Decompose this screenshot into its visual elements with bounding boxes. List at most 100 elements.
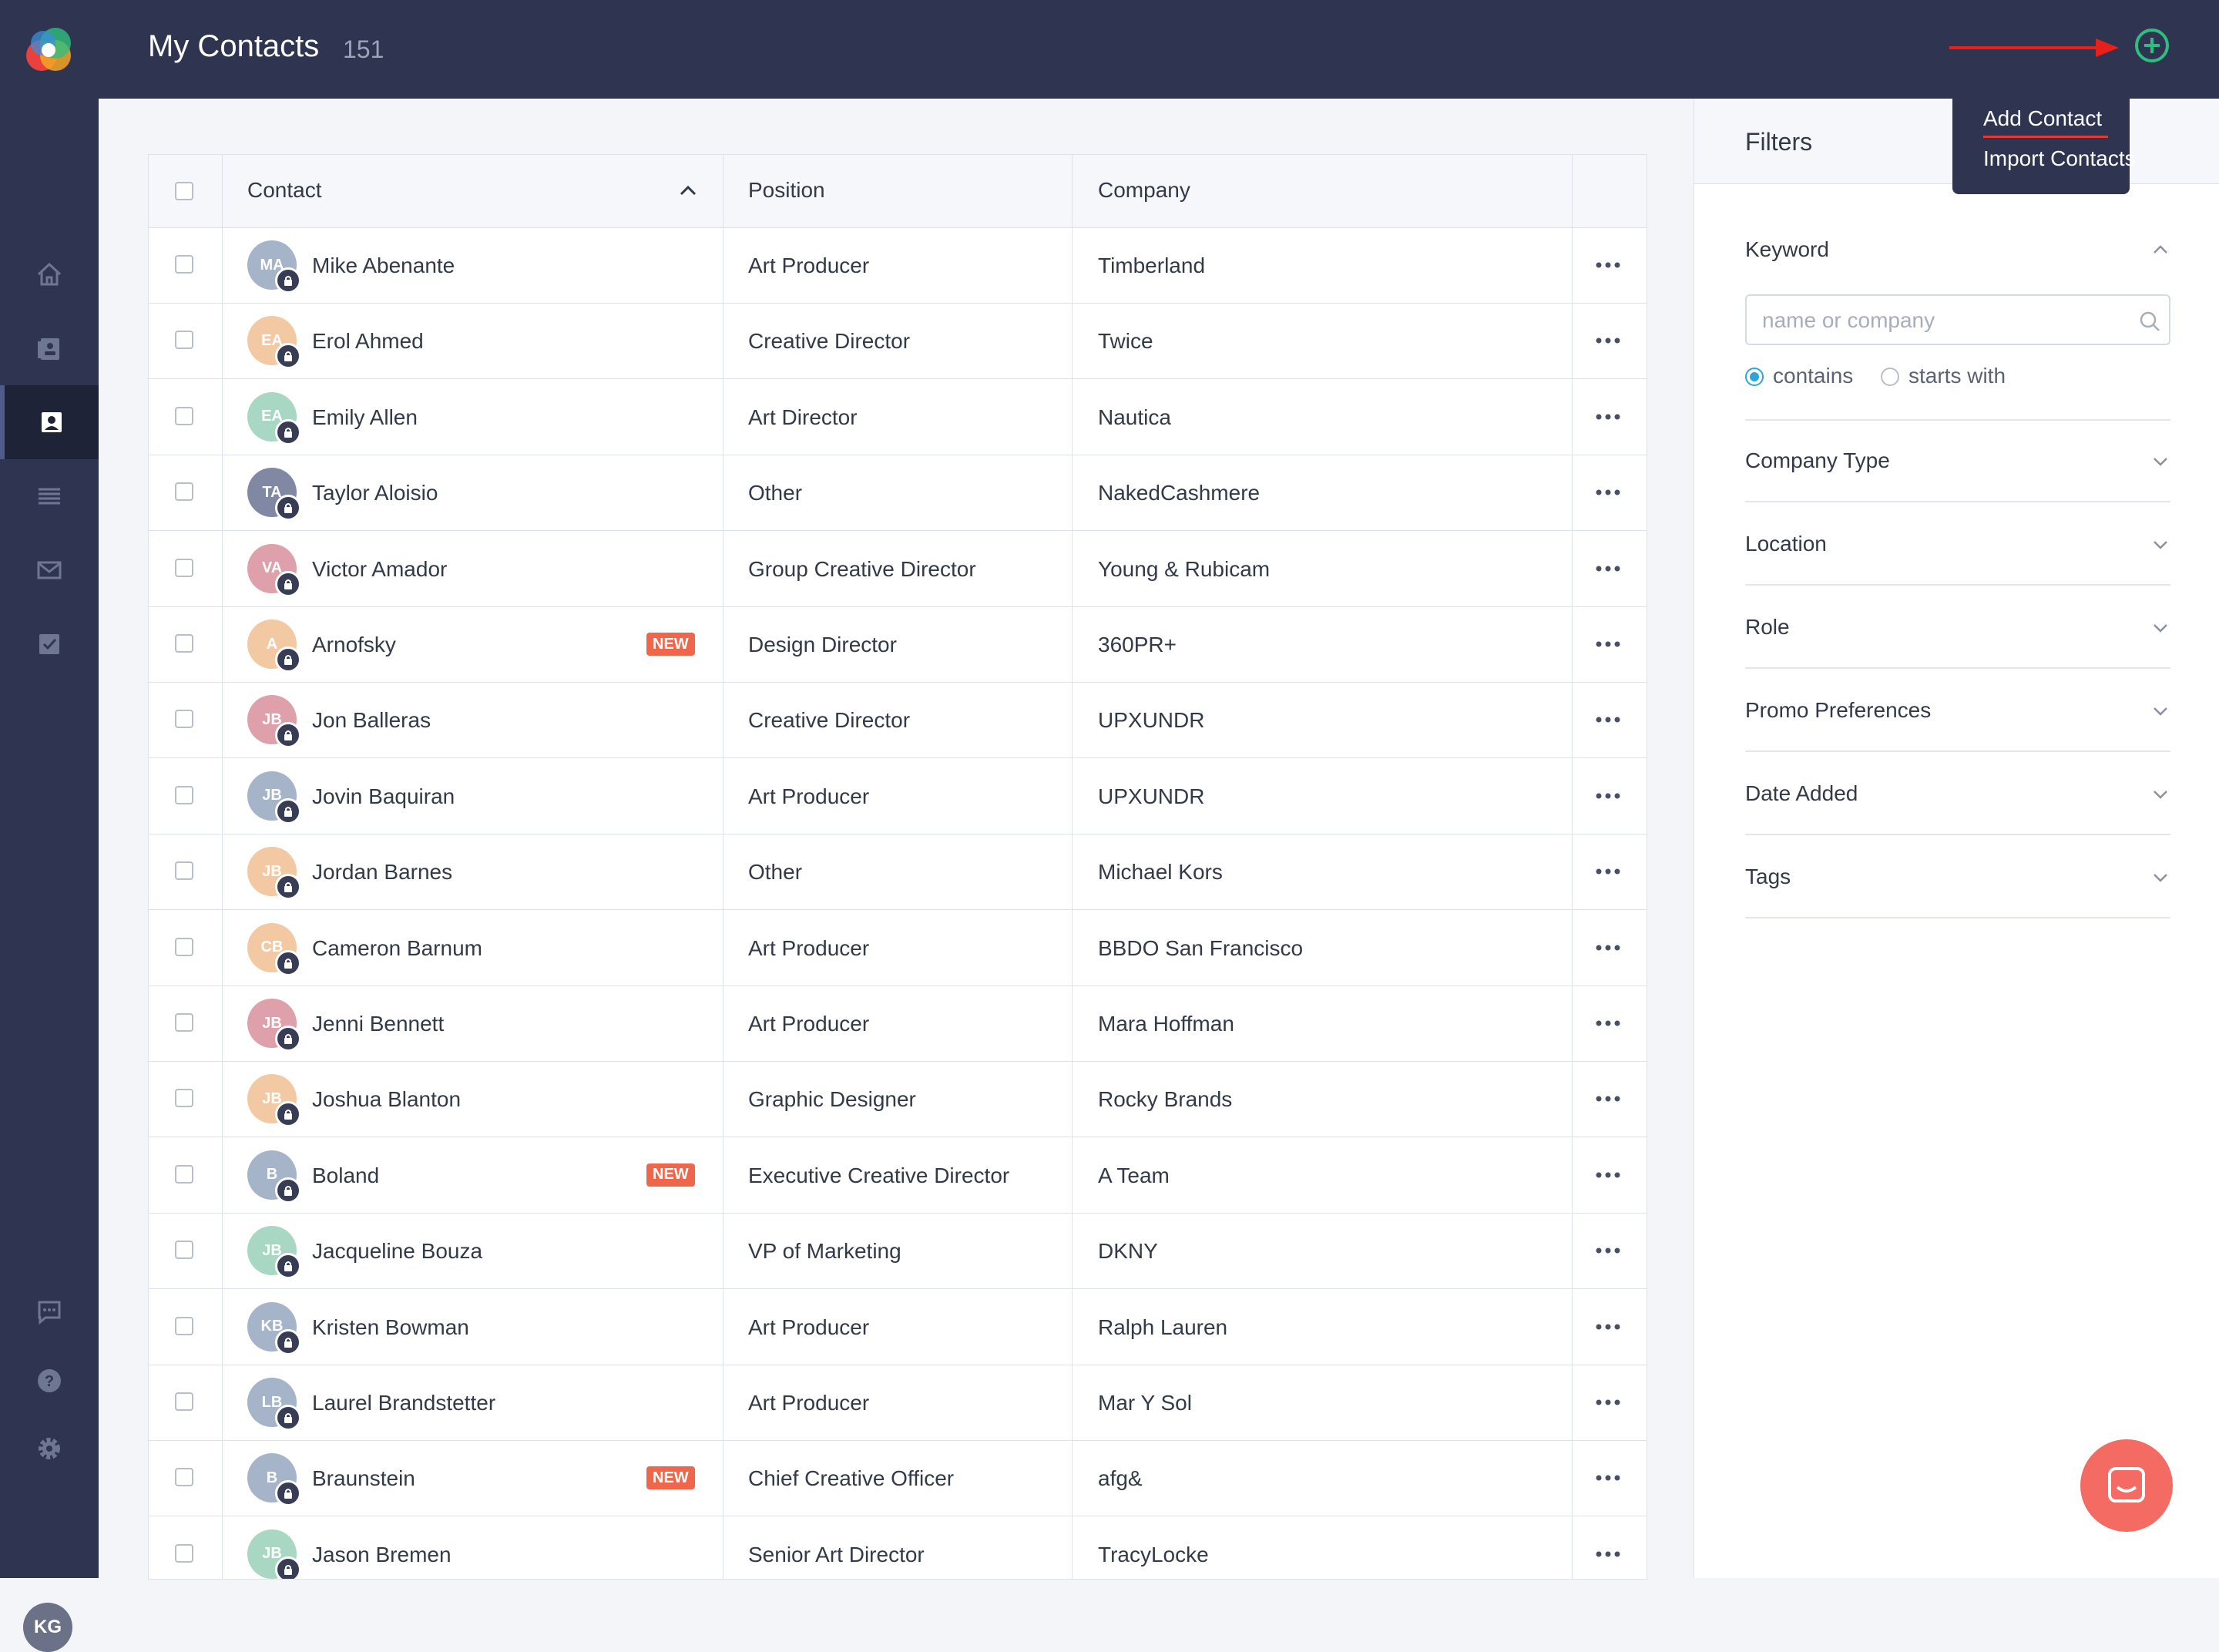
row-checkbox[interactable] — [175, 331, 193, 350]
row-checkbox[interactable] — [175, 1316, 193, 1335]
nav-home[interactable] — [0, 237, 99, 311]
table-row[interactable]: A Arnofsky NEW Design Director 360PR+ — [149, 606, 1647, 683]
plus-circle-icon[interactable] — [2134, 28, 2170, 63]
more-options-icon[interactable] — [1594, 1543, 1622, 1566]
more-options-icon[interactable] — [1594, 633, 1622, 656]
nav-tasks[interactable] — [0, 607, 99, 681]
nav-contact-cards[interactable] — [0, 311, 99, 385]
filter-location-title[interactable]: Location — [1745, 532, 1827, 556]
contact-name[interactable]: Jordan Barnes — [312, 860, 452, 885]
row-checkbox[interactable] — [175, 1164, 193, 1184]
chat-launcher-button[interactable] — [2080, 1439, 2173, 1532]
contact-name[interactable]: Jason Bremen — [312, 1543, 452, 1567]
contact-name[interactable]: Arnofsky — [312, 633, 396, 657]
more-options-icon[interactable] — [1594, 1391, 1622, 1414]
table-row[interactable]: JB Jenni Bennett Art Producer Mara Hoffman — [149, 985, 1647, 1062]
row-checkbox[interactable] — [175, 1241, 193, 1260]
table-row[interactable]: MA Mike Abenante Art Producer Timberland — [149, 227, 1647, 304]
starts-with-radio-label[interactable]: starts with — [1908, 364, 2006, 388]
more-options-icon[interactable] — [1594, 1239, 1622, 1262]
contact-name[interactable]: Jon Balleras — [312, 708, 431, 733]
table-row[interactable]: TA Taylor Aloisio Other NakedCashmere — [149, 455, 1647, 532]
nav-contacts[interactable] — [0, 385, 99, 459]
row-checkbox[interactable] — [175, 785, 193, 804]
nav-lists[interactable] — [0, 459, 99, 533]
contact-name[interactable]: Boland — [312, 1163, 379, 1188]
table-row[interactable]: EA Erol Ahmed Creative Director Twice — [149, 303, 1647, 380]
contact-name[interactable]: Joshua Blanton — [312, 1087, 461, 1112]
more-options-icon[interactable] — [1594, 1087, 1622, 1110]
select-all-checkbox[interactable] — [175, 182, 193, 200]
more-options-icon[interactable] — [1594, 1466, 1622, 1489]
chevron-up-icon[interactable] — [2152, 244, 2169, 255]
table-row[interactable]: JB Jovin Baquiran Art Producer UPXUNDR — [149, 758, 1647, 834]
column-header-company[interactable]: Company — [1098, 178, 1190, 203]
nav-feedback[interactable] — [0, 1274, 99, 1348]
add-contact-menu-item[interactable]: Add Contact — [1983, 106, 2102, 131]
contact-name[interactable]: Emily Allen — [312, 405, 418, 430]
row-checkbox[interactable] — [175, 861, 193, 881]
more-options-icon[interactable] — [1594, 784, 1622, 808]
more-options-icon[interactable] — [1594, 936, 1622, 959]
contains-radio-label[interactable]: contains — [1773, 364, 1853, 388]
contact-name[interactable]: Taylor Aloisio — [312, 481, 438, 505]
more-options-icon[interactable] — [1594, 254, 1622, 277]
table-row[interactable]: B Braunstein NEW Chief Creative Officer afg& — [149, 1440, 1647, 1517]
contains-radio[interactable] — [1745, 368, 1764, 386]
row-checkbox[interactable] — [175, 710, 193, 729]
chevron-down-icon[interactable] — [2152, 623, 2169, 633]
keyword-search-field[interactable] — [1745, 294, 2170, 345]
contact-name[interactable]: Victor Amador — [312, 557, 447, 582]
table-row[interactable]: CB Cameron Barnum Art Producer BBDO San Fra… — [149, 910, 1647, 986]
table-row[interactable]: JB Jacqueline Bouza VP of Marketing DKNY — [149, 1213, 1647, 1290]
filter-keyword-title[interactable]: Keyword — [1745, 237, 1829, 262]
filter-role-title[interactable]: Role — [1745, 615, 1790, 640]
row-checkbox[interactable] — [175, 482, 193, 502]
more-options-icon[interactable] — [1594, 860, 1622, 883]
contact-name[interactable]: Jacqueline Bouza — [312, 1239, 482, 1264]
table-row[interactable]: JB Jon Balleras Creative Director UPXUNDR — [149, 682, 1647, 759]
table-row[interactable]: KB Kristen Bowman Art Producer Ralph Lauren — [149, 1289, 1647, 1365]
table-row[interactable]: LB Laurel Brandstetter Art Producer Mar Y S… — [149, 1365, 1647, 1441]
more-options-icon[interactable] — [1594, 329, 1622, 352]
row-checkbox[interactable] — [175, 937, 193, 956]
chevron-down-icon[interactable] — [2152, 872, 2169, 883]
contact-name[interactable]: Erol Ahmed — [312, 329, 424, 354]
more-options-icon[interactable] — [1594, 1163, 1622, 1187]
search-icon[interactable] — [2138, 310, 2161, 333]
row-checkbox[interactable] — [175, 558, 193, 577]
contact-name[interactable]: Cameron Barnum — [312, 936, 482, 961]
column-header-position[interactable]: Position — [748, 178, 825, 203]
row-checkbox[interactable] — [175, 634, 193, 653]
contact-name[interactable]: Jovin Baquiran — [312, 784, 455, 809]
column-header-contact[interactable]: Contact — [247, 178, 322, 203]
row-checkbox[interactable] — [175, 1392, 193, 1411]
contact-name[interactable]: Mike Abenante — [312, 254, 455, 278]
more-options-icon[interactable] — [1594, 481, 1622, 504]
table-row[interactable]: VA Victor Amador Group Creative Director Yo… — [149, 531, 1647, 607]
table-row[interactable]: JB Jason Bremen Senior Art Director TracyLo… — [149, 1516, 1647, 1579]
contact-name[interactable]: Jenni Bennett — [312, 1012, 444, 1036]
nav-mail[interactable] — [0, 533, 99, 607]
filter-tags-title[interactable]: Tags — [1745, 865, 1791, 889]
row-checkbox[interactable] — [175, 1468, 193, 1487]
table-row[interactable]: B Boland NEW Executive Creative Director A T… — [149, 1137, 1647, 1214]
more-options-icon[interactable] — [1594, 708, 1622, 731]
more-options-icon[interactable] — [1594, 1012, 1622, 1035]
contact-name[interactable]: Laurel Brandstetter — [312, 1391, 495, 1415]
user-avatar[interactable]: KG — [23, 1603, 72, 1652]
more-options-icon[interactable] — [1594, 405, 1622, 428]
table-row[interactable]: EA Emily Allen Art Director Nautica — [149, 379, 1647, 455]
contact-name[interactable]: Kristen Bowman — [312, 1315, 469, 1340]
table-row[interactable]: JB Jordan Barnes Other Michael Kors — [149, 834, 1647, 911]
chevron-down-icon[interactable] — [2152, 539, 2169, 550]
import-contacts-menu-item[interactable]: Import Contacts — [1983, 146, 2136, 171]
app-logo-icon[interactable] — [23, 25, 74, 76]
keyword-search-input[interactable] — [1761, 304, 2126, 337]
chevron-down-icon[interactable] — [2152, 456, 2169, 467]
chevron-down-icon[interactable] — [2152, 706, 2169, 717]
more-options-icon[interactable] — [1594, 557, 1622, 580]
table-row[interactable]: JB Joshua Blanton Graphic Designer Rocky Br… — [149, 1061, 1647, 1138]
chevron-down-icon[interactable] — [2152, 789, 2169, 800]
nav-help[interactable]: ? — [0, 1344, 99, 1418]
